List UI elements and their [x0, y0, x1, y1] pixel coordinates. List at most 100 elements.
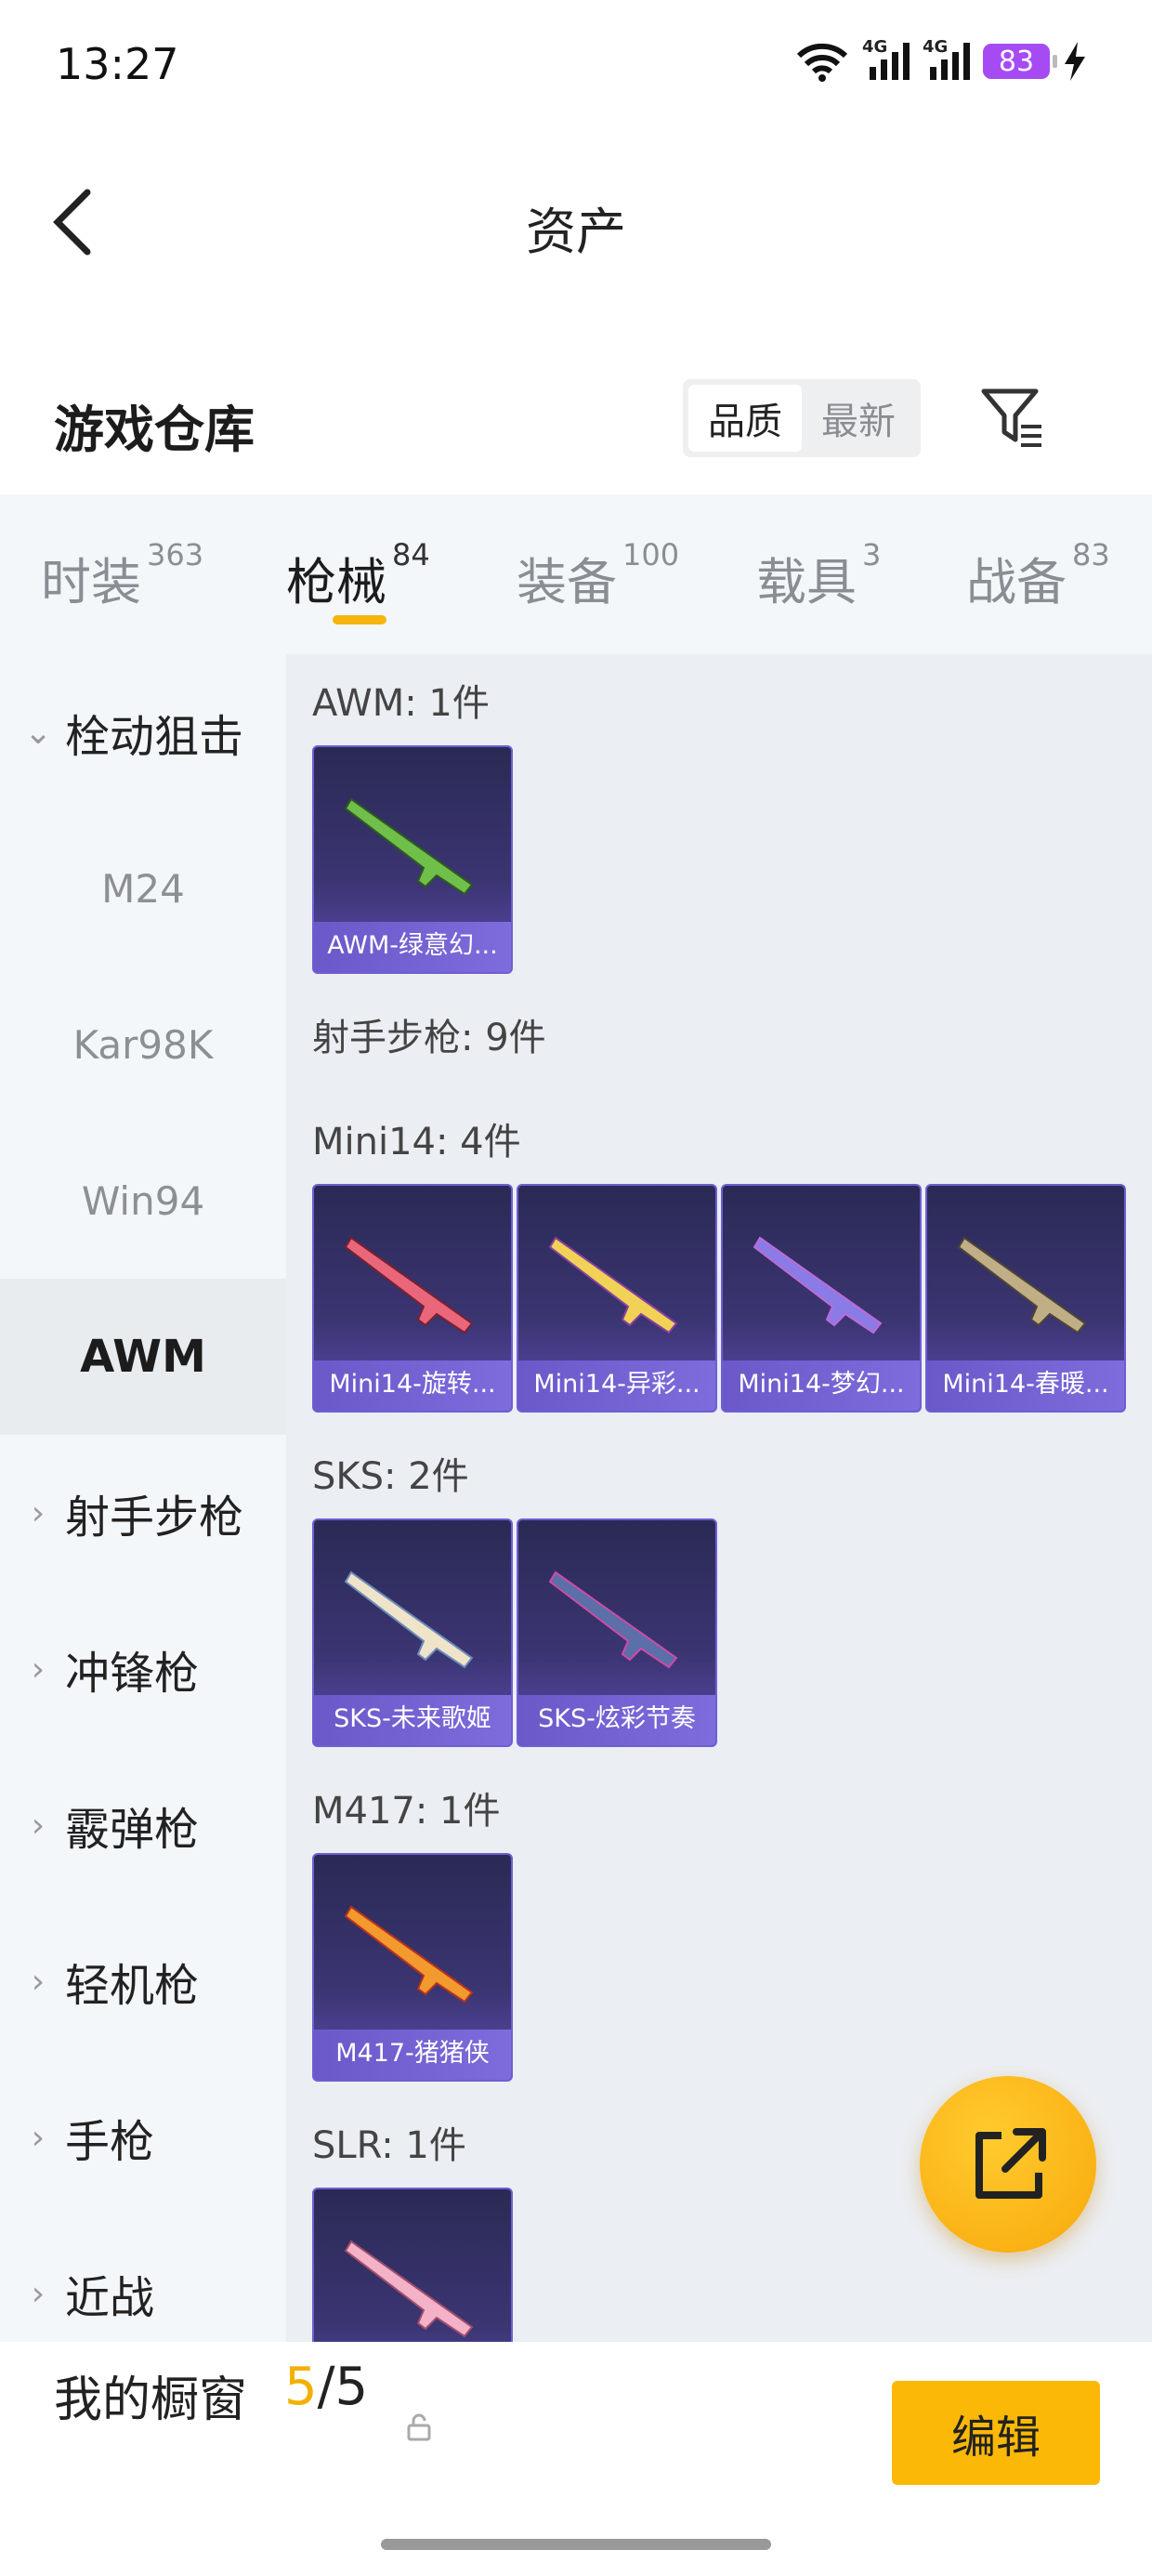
tab-count: 84: [392, 537, 430, 572]
tab-label: 战备: [966, 553, 1067, 611]
showcase-total: /5: [317, 2357, 369, 2417]
item-name: Mini14-春暖...: [927, 1360, 1124, 1411]
tab-count: 363: [147, 537, 204, 572]
signal-icon-2: 4G: [923, 37, 970, 80]
sidebar-sub-item-m24[interactable]: M24: [0, 810, 286, 966]
rifle-icon: [344, 1905, 474, 2004]
item-name: Mini14-梦幻...: [723, 1360, 920, 1411]
rifle-icon: [548, 1571, 678, 1669]
item-name: SKS-未来歌姬: [314, 1695, 511, 1745]
sidebar-item-shotgun[interactable]: › 霰弹枪: [0, 1747, 286, 1903]
sort-toggle: 品质 最新: [683, 379, 921, 457]
status-time: 13:27: [56, 39, 179, 89]
signal-icon-1: 4G: [862, 37, 910, 80]
sidebar-item-label: Win94: [81, 1177, 205, 1224]
status-icons: 4G 4G 83: [795, 37, 1087, 82]
chevron-right-icon: ›: [31, 1493, 46, 1532]
item-name: Mini14-旋转...: [314, 1360, 511, 1411]
category-tabs: 时装 363 枪械 84 装备 100 载具 3 战备 83: [0, 494, 1152, 654]
edit-button[interactable]: 编辑: [892, 2381, 1100, 2485]
filter-icon[interactable]: [980, 386, 1045, 451]
home-indicator[interactable]: [381, 2539, 771, 2550]
item-card[interactable]: [312, 2188, 513, 2342]
sidebar-sub-item-win94[interactable]: Win94: [0, 1123, 286, 1279]
sidebar-item-label: 手枪: [65, 2116, 155, 2168]
active-tab-indicator: [333, 615, 386, 624]
group-header-mini14: Mini14: 4件: [312, 1121, 521, 1163]
item-name: M417-猪猪侠: [314, 2030, 511, 2080]
sidebar-item-label: M24: [101, 865, 185, 912]
tab-label: 枪械: [286, 553, 386, 611]
status-bar: 13:27 4G 4G 83: [0, 0, 1152, 139]
tab-supplies[interactable]: 战备 83: [966, 537, 1110, 614]
chevron-down-icon: ⌄: [24, 713, 53, 752]
sidebar-item-melee[interactable]: › 近战: [0, 2215, 286, 2342]
rifle-icon: [344, 1571, 474, 1669]
warehouse-title: 游戏仓库: [54, 401, 255, 459]
network-type-2: 4G: [923, 37, 949, 57]
tab-fashion[interactable]: 时装 363: [41, 537, 203, 614]
sort-quality-button[interactable]: 品质: [688, 385, 802, 452]
sidebar-item-label: 近战: [65, 2272, 155, 2324]
group-header-dmr: 射手步枪: 9件: [312, 1017, 546, 1059]
share-button[interactable]: [920, 2076, 1096, 2253]
item-name: AWM-绿意幻...: [314, 922, 511, 972]
item-card[interactable]: Mini14-梦幻...: [721, 1184, 922, 1413]
item-card[interactable]: M417-猪猪侠: [312, 1853, 513, 2082]
group-header-awm: AWM: 1件: [312, 682, 490, 725]
sidebar-item-label: 轻机枪: [65, 1960, 200, 2012]
sidebar-sub-item-kar98k[interactable]: Kar98K: [0, 966, 286, 1123]
item-name: Mini14-异彩...: [518, 1360, 715, 1411]
chevron-right-icon: ›: [31, 1962, 46, 2001]
rifle-icon: [753, 1236, 883, 1334]
sidebar-item-lmg[interactable]: › 轻机枪: [0, 1903, 286, 2059]
item-card[interactable]: SKS-炫彩节奏: [517, 1518, 717, 1747]
chevron-right-icon: ›: [31, 1649, 46, 1689]
rifle-icon: [344, 1236, 474, 1334]
item-name: SKS-炫彩节奏: [518, 1695, 715, 1745]
rifle-icon: [344, 2240, 474, 2338]
item-card[interactable]: AWM-绿意幻...: [312, 745, 513, 974]
sidebar-item-bolt-action[interactable]: ⌄ 栓动狙击: [0, 654, 286, 810]
sidebar-item-label: 射手步枪: [65, 1492, 244, 1544]
rifle-icon: [344, 797, 474, 896]
page-title: 资产: [526, 203, 626, 261]
network-type-1: 4G: [862, 37, 888, 57]
item-card[interactable]: Mini14-旋转...: [312, 1184, 513, 1413]
wifi-icon: [796, 43, 848, 82]
showcase-label: 我的橱窗: [54, 2372, 248, 2428]
battery-level: 83: [998, 45, 1035, 78]
sidebar-item-label: 冲锋枪: [65, 1648, 200, 1700]
showcase-used: 5: [284, 2357, 318, 2417]
rifle-icon: [548, 1236, 678, 1334]
tab-label: 时装: [41, 553, 141, 611]
chevron-right-icon: ›: [31, 2274, 46, 2313]
battery-icon: 83: [983, 44, 1057, 79]
share-icon: [975, 2128, 1046, 2199]
sidebar-item-label: AWM: [80, 1331, 206, 1383]
tab-vehicles[interactable]: 载具 3: [756, 537, 881, 614]
group-header-sks: SKS: 2件: [312, 1455, 469, 1498]
sort-newest-button[interactable]: 最新: [802, 385, 915, 452]
group-header-slr: SLR: 1件: [312, 2124, 466, 2167]
tab-count: 100: [622, 537, 680, 572]
showcase-count: 5/5: [284, 2357, 368, 2417]
weapon-category-sidebar: ⌄ 栓动狙击 M24 Kar98K Win94 AWM › 射手步枪 › 冲锋枪 ›…: [0, 654, 286, 2342]
tab-firearms[interactable]: 枪械 84: [286, 537, 430, 614]
sidebar-item-smg[interactable]: › 冲锋枪: [0, 1591, 286, 1747]
lock-icon: [407, 2413, 431, 2441]
sidebar-item-dmr[interactable]: › 射手步枪: [0, 1435, 286, 1591]
tab-label: 装备: [517, 553, 617, 611]
item-card[interactable]: Mini14-春暖...: [925, 1184, 1126, 1413]
tab-count: 3: [862, 537, 882, 572]
charging-icon: [1065, 42, 1085, 81]
tab-count: 83: [1072, 537, 1110, 572]
tab-label: 载具: [756, 553, 857, 611]
sidebar-item-label: 霰弹枪: [65, 1804, 200, 1856]
sidebar-sub-item-awm[interactable]: AWM: [0, 1279, 286, 1435]
sidebar-item-label: 栓动狙击: [65, 711, 244, 763]
sidebar-item-pistol[interactable]: › 手枪: [0, 2059, 286, 2215]
item-card[interactable]: Mini14-异彩...: [517, 1184, 717, 1413]
item-card[interactable]: SKS-未来歌姬: [312, 1518, 513, 1747]
tab-equipment[interactable]: 装备 100: [517, 537, 679, 614]
